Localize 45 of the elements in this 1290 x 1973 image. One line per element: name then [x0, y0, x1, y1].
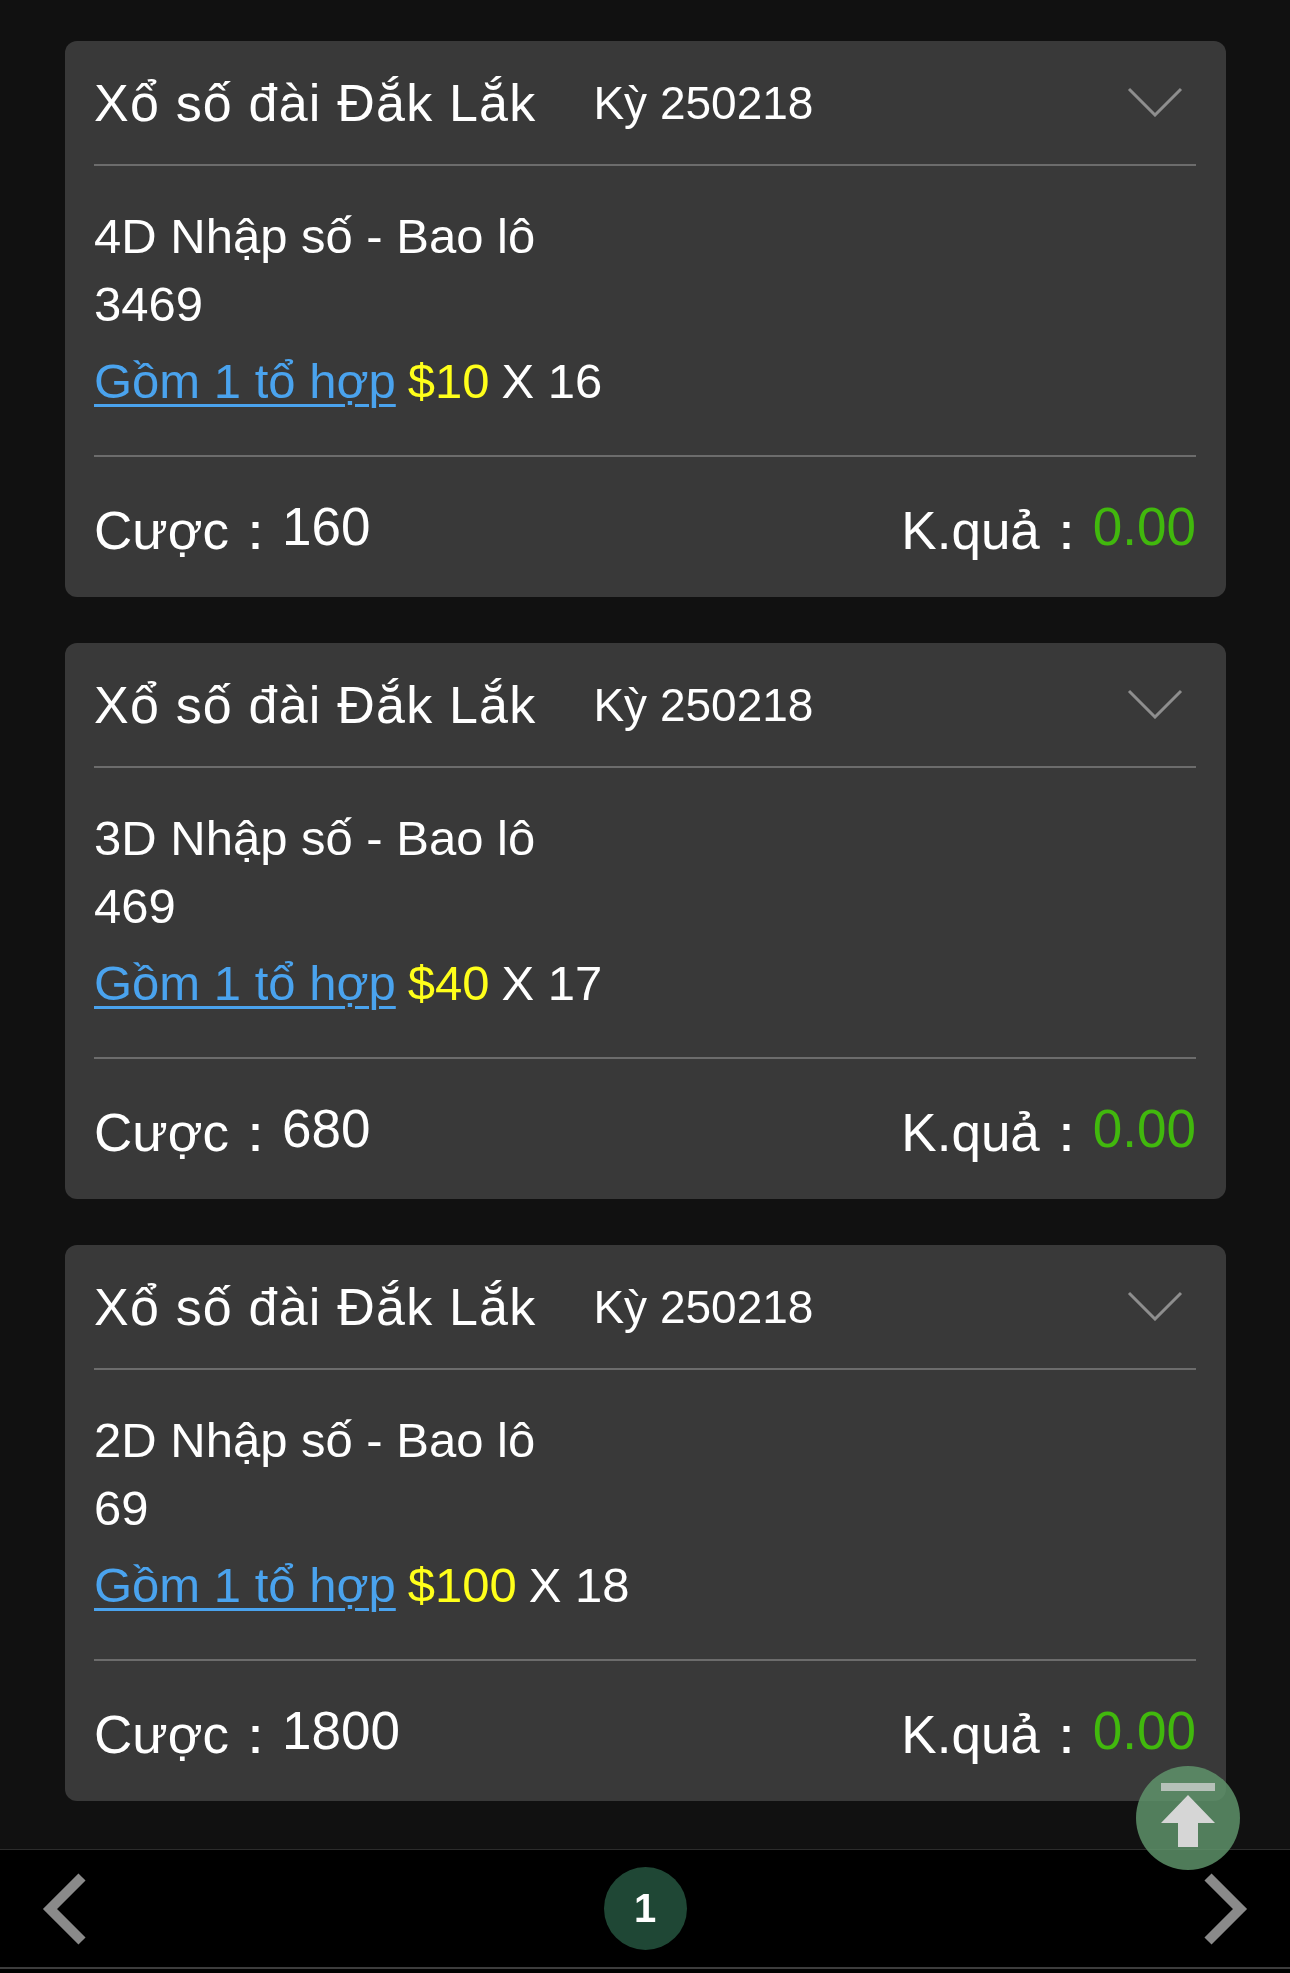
- chevron-right-icon: [1202, 1872, 1248, 1945]
- chevron-left-icon: [42, 1872, 88, 1945]
- stake-label: Cược：: [94, 500, 282, 562]
- expand-button[interactable]: [1127, 1290, 1183, 1321]
- stake-value: 1800: [282, 1700, 400, 1762]
- previous-page-button[interactable]: [42, 1872, 88, 1945]
- draw-number: Kỳ 250218: [593, 1279, 814, 1334]
- expand-button[interactable]: [1127, 688, 1183, 719]
- stake-value: 680: [282, 1098, 371, 1160]
- result-label: K.quả：: [901, 1704, 1093, 1766]
- bet-type: 2D Nhập số - Bao lô: [94, 1412, 537, 1469]
- bet-type: 4D Nhập số - Bao lô: [94, 208, 537, 265]
- result-value: 0.00: [1092, 1700, 1196, 1762]
- multiplier-text: X 17: [501, 955, 603, 1012]
- lottery-title: Xổ số đài Đắk Lắk: [94, 674, 537, 735]
- stake-value: 160: [282, 496, 371, 558]
- arrow-up-icon: [1161, 1783, 1215, 1847]
- stake-label: Cược：: [94, 1704, 282, 1766]
- bet-type: 3D Nhập số - Bao lô: [94, 810, 537, 867]
- bet-numbers: 3469: [94, 276, 204, 333]
- lottery-title: Xổ số đài Đắk Lắk: [94, 1276, 537, 1337]
- expand-button[interactable]: [1127, 86, 1183, 117]
- next-page-button[interactable]: [1202, 1872, 1248, 1945]
- result-value: 0.00: [1092, 496, 1196, 558]
- stake-label: Cược：: [94, 1102, 282, 1164]
- bet-numbers: 469: [94, 878, 177, 935]
- unit-price: $40: [407, 955, 490, 1012]
- result-value: 0.00: [1092, 1098, 1196, 1160]
- draw-number: Kỳ 250218: [593, 677, 814, 732]
- combination-link[interactable]: Gồm 1 tổ hợp: [94, 949, 396, 1017]
- result-label: K.quả：: [901, 1102, 1093, 1164]
- lottery-title: Xổ số đài Đắk Lắk: [94, 72, 537, 133]
- bet-numbers: 69: [94, 1480, 150, 1537]
- multiplier-text: X 16: [501, 353, 603, 410]
- unit-price: $100: [407, 1557, 517, 1614]
- result-label: K.quả：: [901, 500, 1093, 562]
- combination-link[interactable]: Gồm 1 tổ hợp: [94, 347, 396, 415]
- multiplier-text: X 18: [528, 1557, 630, 1614]
- unit-price: $10: [407, 353, 490, 410]
- chevron-down-icon: [1127, 688, 1183, 719]
- combination-link[interactable]: Gồm 1 tổ hợp: [94, 1551, 396, 1619]
- chevron-down-icon: [1127, 86, 1183, 117]
- page-number-button[interactable]: 1: [603, 1867, 687, 1950]
- chevron-down-icon: [1127, 1290, 1183, 1321]
- draw-number: Kỳ 250218: [593, 75, 814, 130]
